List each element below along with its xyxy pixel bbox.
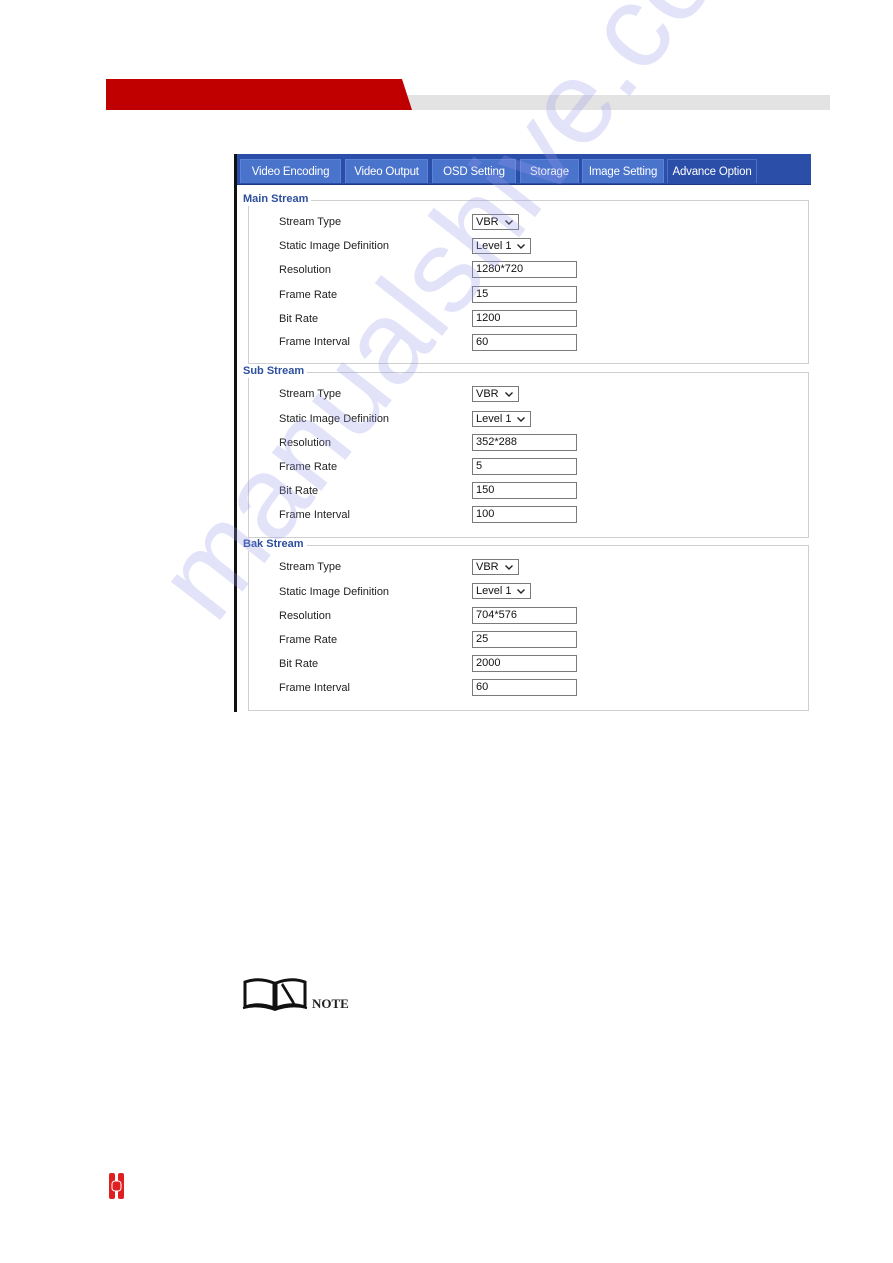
frame-interval-label: Frame Interval <box>279 336 350 348</box>
bit-rate-input[interactable]: 2000 <box>472 655 577 672</box>
tab-bar: Video Encoding Video Output OSD Setting … <box>237 154 811 185</box>
stream-type-label: Stream Type <box>279 561 342 573</box>
stream-type-value: VBR <box>476 388 499 400</box>
stream-type-value: VBR <box>476 561 499 573</box>
resolution-label: Resolution <box>279 264 331 276</box>
frame-rate-input[interactable]: 15 <box>472 286 577 303</box>
bit-rate-input[interactable]: 1200 <box>472 310 577 327</box>
tab-video-encoding[interactable]: Video Encoding <box>240 159 341 183</box>
resolution-input[interactable]: 704*576 <box>472 607 577 624</box>
sub-stream-title: Sub Stream <box>243 365 308 378</box>
tab-video-output[interactable]: Video Output <box>345 159 428 183</box>
frame-interval-input[interactable]: 60 <box>472 679 577 696</box>
resolution-input[interactable]: 352*288 <box>472 434 577 451</box>
stream-type-select[interactable]: VBR <box>472 386 519 402</box>
static-image-definition-label: Static Image Definition <box>279 240 390 252</box>
tab-image-setting[interactable]: Image Setting <box>582 159 664 183</box>
bit-rate-label: Bit Rate <box>279 485 319 497</box>
bit-rate-input[interactable]: 150 <box>472 482 577 499</box>
chevron-down-icon <box>517 417 525 422</box>
open-book-pen-icon <box>242 978 308 1011</box>
frame-rate-label: Frame Rate <box>279 634 338 646</box>
header-red-band <box>106 79 412 110</box>
stream-type-value: VBR <box>476 216 499 228</box>
stream-type-select[interactable]: VBR <box>472 214 519 230</box>
static-image-definition-value: Level 1 <box>476 585 512 597</box>
static-image-definition-select[interactable]: Level 1 <box>472 238 531 254</box>
bak-stream-title: Bak Stream <box>243 538 307 551</box>
tab-storage[interactable]: Storage <box>520 159 579 183</box>
chevron-down-icon <box>517 244 525 249</box>
frame-interval-input[interactable]: 60 <box>472 334 577 351</box>
frame-interval-input[interactable]: 100 <box>472 506 577 523</box>
company-logo-icon <box>109 1173 124 1199</box>
chevron-down-icon <box>505 565 513 570</box>
resolution-input[interactable]: 1280*720 <box>472 261 577 278</box>
stream-type-label: Stream Type <box>279 216 342 228</box>
bit-rate-label: Bit Rate <box>279 313 319 325</box>
frame-rate-label: Frame Rate <box>279 289 338 301</box>
static-image-definition-value: Level 1 <box>476 240 512 252</box>
frame-rate-label: Frame Rate <box>279 461 338 473</box>
main-stream-title: Main Stream <box>243 193 312 206</box>
static-image-definition-label: Static Image Definition <box>279 413 390 425</box>
tab-osd-setting[interactable]: OSD Setting <box>432 159 516 183</box>
frame-rate-input[interactable]: 5 <box>472 458 577 475</box>
bit-rate-label: Bit Rate <box>279 658 319 670</box>
static-image-definition-select[interactable]: Level 1 <box>472 411 531 427</box>
resolution-label: Resolution <box>279 610 331 622</box>
resolution-label: Resolution <box>279 437 331 449</box>
frame-left-border <box>234 154 237 712</box>
frame-interval-label: Frame Interval <box>279 682 350 694</box>
chevron-down-icon <box>517 589 525 594</box>
static-image-definition-select[interactable]: Level 1 <box>472 583 531 599</box>
stream-type-label: Stream Type <box>279 388 342 400</box>
note-label: NOTE <box>312 996 349 1011</box>
chevron-down-icon <box>505 392 513 397</box>
frame-interval-label: Frame Interval <box>279 509 350 521</box>
stream-type-select[interactable]: VBR <box>472 559 519 575</box>
static-image-definition-value: Level 1 <box>476 413 512 425</box>
frame-rate-input[interactable]: 25 <box>472 631 577 648</box>
tab-advance-option[interactable]: Advance Option <box>667 159 757 183</box>
static-image-definition-label: Static Image Definition <box>279 586 390 598</box>
chevron-down-icon <box>505 220 513 225</box>
